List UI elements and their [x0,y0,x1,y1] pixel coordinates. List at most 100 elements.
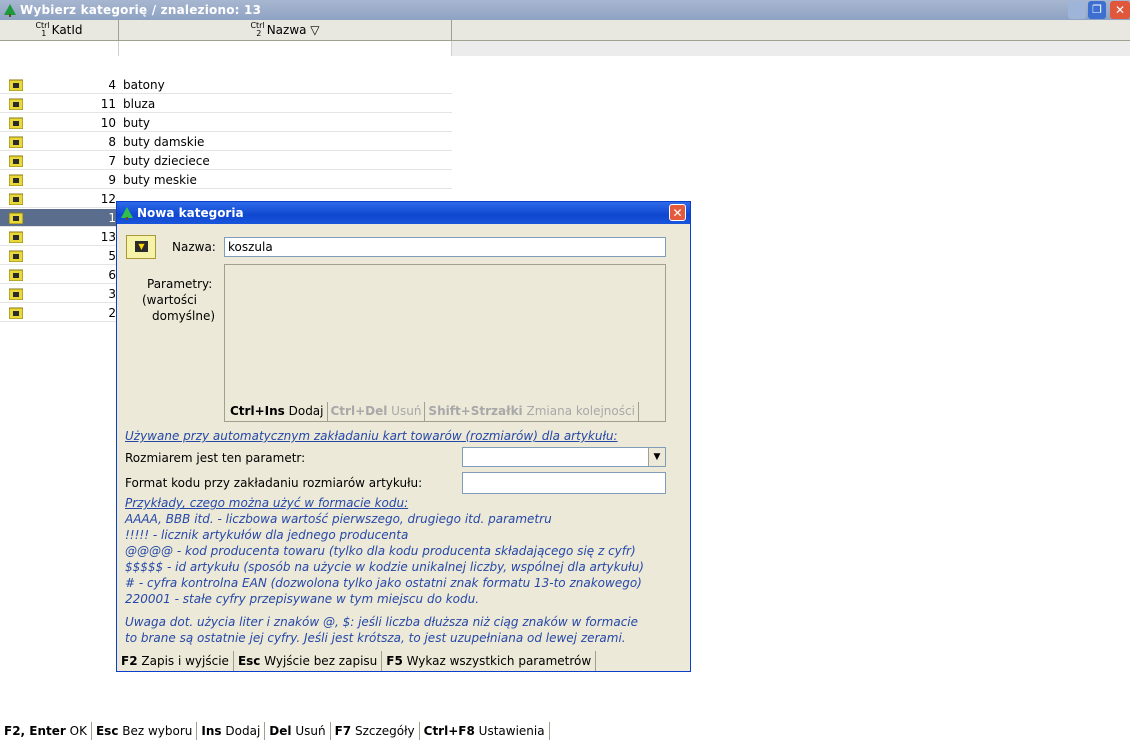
save-exit-button[interactable]: F2 Zapis i wyjście [117,651,234,671]
folder-icon [8,269,24,282]
nazwa-label: Nazwa: [172,240,216,254]
dialog-close-button[interactable]: ✕ [669,204,686,221]
del-key: Ctrl+Del [330,404,388,418]
esc-key-main: Esc [95,724,119,738]
column-header-nazwa[interactable]: Ctrl 2 Nazwa ▽ [119,20,452,41]
list-key: F5 [386,654,403,668]
row-divider [0,188,452,189]
add-param-button[interactable]: Ctrl+Ins Dodaj [227,402,328,421]
row-nazwa: buty damskie [123,135,205,149]
row-nazwa: buty meskie [123,173,197,187]
ins-key: Ins [201,724,222,738]
row-divider [0,150,452,151]
dialog-tree-icon [120,206,134,220]
ok-label: OK [69,724,87,738]
table-row[interactable]: 4 batony [0,76,452,94]
esc-label: Wyjście bez zapisu [264,654,378,668]
del-key-main: Del [269,724,292,738]
example-line: $$$$$ - id artykułu (sposób na użycie w … [125,560,644,574]
folder-icon [8,193,24,206]
table-row[interactable]: 11 bluza [0,95,452,113]
filter-katid[interactable] [0,41,119,56]
delete-param-button[interactable]: Ctrl+Del Usuń [328,402,426,421]
row-nazwa: buty [123,116,151,130]
folder-icon: ▼ [135,241,148,252]
exit-no-save-button[interactable]: Esc Wyjście bez zapisu [234,651,383,671]
dialog-title: Nowa kategoria [137,206,244,220]
ok-action[interactable]: F2, Enter OK [0,722,92,740]
row-katid: 10 [100,116,116,130]
esc-key: Esc [237,654,261,668]
save-label: Zapis i wyjście [141,654,229,668]
f8-key: Ctrl+F8 [423,724,475,738]
example-line: AAAA, BBB itd. - liczbowa wartość pierws… [125,512,552,526]
category-folder-button[interactable]: ▼ [126,235,156,259]
row-divider [0,169,452,170]
table-row[interactable]: 10 buty [0,114,452,132]
row-nazwa: bluza [123,97,156,111]
folder-icon [8,174,24,187]
no-select-action[interactable]: Esc Bez wyboru [92,722,198,740]
table-row[interactable]: 9 buty meskie [0,171,452,189]
parameters-list[interactable] [224,264,666,422]
restore-button[interactable]: ❐ [1088,1,1106,19]
row-katid: 5 [108,249,116,263]
size-param-label: Rozmiarem jest ten parametr: [125,451,306,465]
row-nazwa: buty dzieciece [123,154,210,168]
row-katid: 7 [108,154,116,168]
example-line: 220001 - stałe cyfry przepisywane w tym … [125,592,480,606]
reorder-param-button[interactable]: Shift+Strzałki Zmiana kolejności [425,402,639,421]
close-window-button[interactable]: ✕ [1110,1,1130,19]
row-divider [0,112,452,113]
add-label-main: Dodaj [225,724,261,738]
column-header-empty [452,20,1130,41]
column-label-katid: KatId [51,23,83,37]
table-row[interactable]: 7 buty dzieciece [0,152,452,170]
delete-label-main: Usuń [295,724,326,738]
folder-icon [8,136,24,149]
example-line: !!!!! - licznik artykułów dla jednego pr… [125,528,409,542]
note-line2: to brane są ostatnie jej cyfry. Jeśli je… [125,631,626,645]
example-line: @@@@ - kod producenta towaru (tylko dla … [125,544,636,558]
settings-label: Ustawienia [478,724,545,738]
row-katid: 6 [108,268,116,282]
code-format-label: Format kodu przy zakładaniu rozmiarów ar… [125,476,423,490]
minimize-button[interactable] [1068,1,1086,19]
info-heading: Używane przy automatycznym zakładaniu ka… [125,429,618,443]
del-label: Usuń [391,404,422,418]
params-label-line3: domyślne) [152,309,216,323]
nazwa-input[interactable]: koszula [224,237,666,257]
example-line: # - cyfra kontrolna EAN (dozwolona tylko… [125,576,642,590]
grid-header: Ctrl 1 KatId Ctrl 2 Nazwa ▽ [0,20,1130,56]
row-divider [0,93,452,94]
add-label: Dodaj [288,404,324,418]
status-bar: F2, Enter OK Esc Bez wyboru Ins Dodaj Del U… [0,722,1130,742]
folder-icon [8,79,24,92]
size-param-select[interactable]: ▼ [462,447,666,467]
table-row[interactable]: 8 buty damskie [0,133,452,151]
window-title: Wybierz kategorię / znaleziono: 13 [20,3,262,17]
folder-icon [8,288,24,301]
list-params-button[interactable]: F5 Wykaz wszystkich parametrów [382,651,597,671]
filter-nazwa[interactable] [119,41,452,56]
settings-action[interactable]: Ctrl+F8 Ustawienia [420,722,550,740]
details-action[interactable]: F7 Szczegóły [331,722,420,740]
delete-action[interactable]: Del Usuń [265,722,331,740]
note-line1: Uwaga dot. użycia liter i znaków @, $: j… [125,615,639,629]
ctrl2-hint: Ctrl 2 [250,21,265,38]
add-key: Ctrl+Ins [230,404,285,418]
ctrl1-hint: Ctrl 1 [35,21,50,38]
folder-icon [8,307,24,320]
folder-icon [8,231,24,244]
row-katid: 11 [100,97,116,111]
ok-key: F2, Enter [4,724,66,738]
column-header-katid[interactable]: Ctrl 1 KatId [0,20,119,41]
dropdown-arrow-icon[interactable]: ▼ [648,448,665,466]
column-label-nazwa: Nazwa ▽ [266,23,320,37]
dialog-footer: F2 Zapis i wyjście Esc Wyjście bez zapisu… [117,651,597,671]
code-format-input[interactable] [462,472,666,494]
folder-icon [8,98,24,111]
add-action[interactable]: Ins Dodaj [197,722,266,740]
params-label-line2: (wartości [142,293,198,307]
params-label-line1: Parametry: [147,277,213,291]
